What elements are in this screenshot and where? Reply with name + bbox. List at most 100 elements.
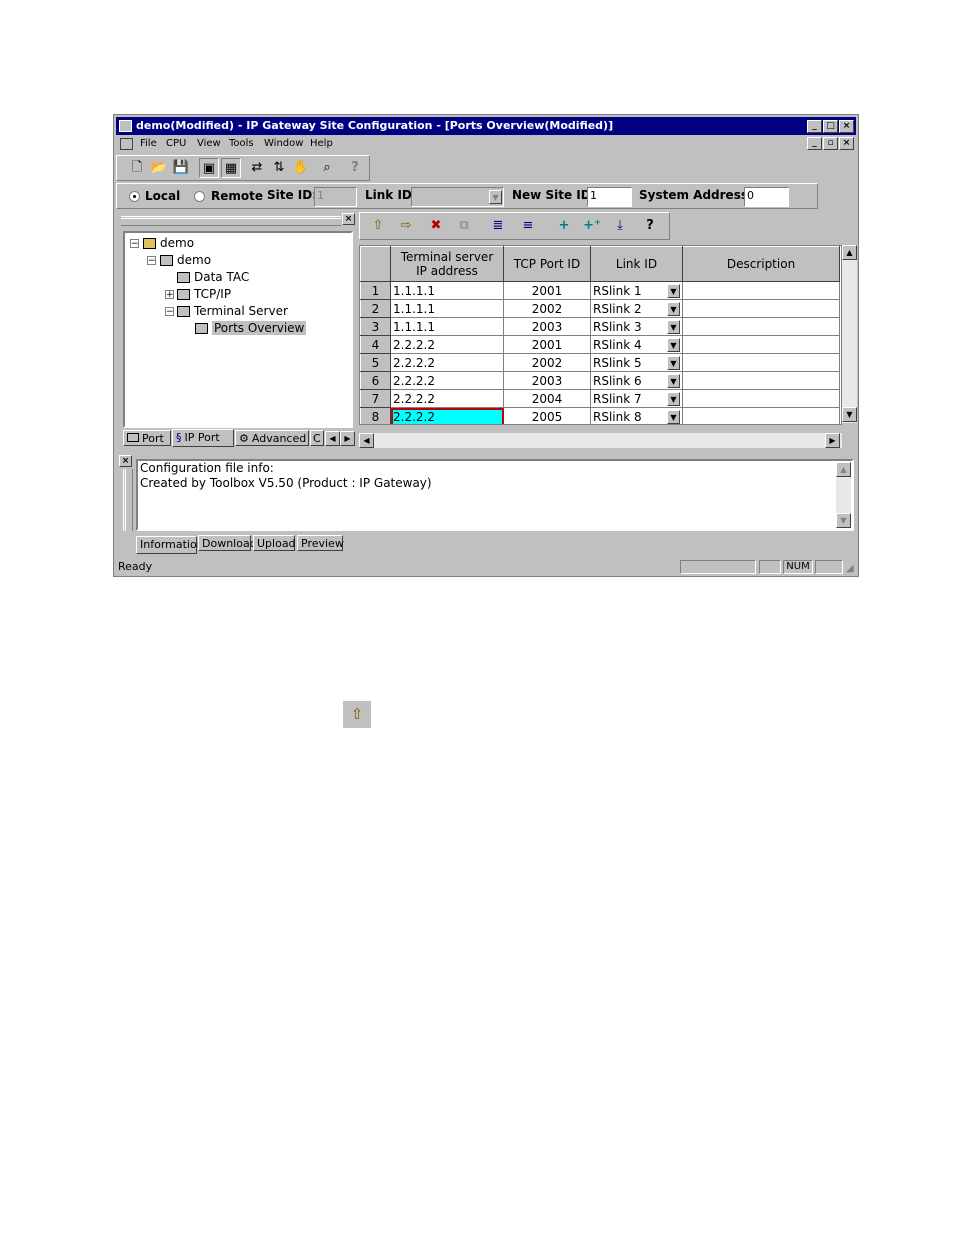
tree-item-terminal-server[interactable]: Terminal Server	[177, 303, 288, 319]
resize-grip-icon[interactable]: ◢	[846, 561, 854, 577]
link-cell[interactable]: RSlink 8 ▼	[590, 407, 683, 424]
doc-close-button[interactable]: ×	[839, 137, 854, 150]
port-cell[interactable]: 2001	[503, 281, 591, 300]
port-cell[interactable]: 2002	[503, 353, 591, 372]
ip-cell[interactable]: 2.2.2.2	[390, 389, 504, 408]
expand-icon[interactable]: +	[165, 290, 174, 300]
stop-hand-icon[interactable]: ✋	[291, 158, 311, 178]
tab-more[interactable]: C	[310, 430, 324, 446]
delete-row-icon[interactable]: ✖	[426, 216, 446, 236]
link-cell[interactable]: RSlink 3 ▼	[590, 317, 683, 336]
sort-descending-icon[interactable]: ≡	[518, 216, 538, 236]
ip-cell[interactable]: 2.2.2.2	[390, 335, 504, 354]
minimize-button[interactable]: _	[807, 120, 822, 133]
grid-horizontal-scrollbar[interactable]: ◀ ▶	[359, 433, 842, 448]
remote-radio[interactable]	[194, 191, 205, 202]
link-cell[interactable]: RSlink 4 ▼	[590, 335, 683, 354]
tree-root[interactable]: demo	[143, 235, 194, 251]
left-pane-grip[interactable]	[121, 216, 341, 226]
port-cell[interactable]: 2004	[503, 389, 591, 408]
row-number[interactable]: 5	[360, 353, 391, 372]
header-tcp-port-id[interactable]: TCP Port ID	[503, 246, 591, 282]
row-number[interactable]: 1	[360, 281, 391, 300]
add-column-icon[interactable]: +	[554, 216, 574, 236]
grid-view-icon[interactable]: ▦	[221, 158, 241, 178]
info-scrollbar[interactable]: ▲ ▼	[836, 462, 851, 528]
chevron-down-icon[interactable]: ▼	[489, 190, 502, 204]
link-cell[interactable]: RSlink 7 ▼	[590, 389, 683, 408]
chevron-down-icon[interactable]: ▼	[667, 319, 680, 334]
menu-tools[interactable]: Tools	[229, 138, 254, 149]
chevron-down-icon[interactable]: ▼	[667, 283, 680, 298]
close-button[interactable]: ×	[839, 120, 854, 133]
tab-advanced[interactable]: ⚙ Advanced	[235, 430, 309, 446]
tab-ip-port[interactable]: § IP Port	[172, 429, 234, 447]
ip-cell-selected[interactable]: 2.2.2.2	[390, 407, 504, 424]
menu-view[interactable]: View	[197, 138, 221, 149]
fill-down-icon[interactable]: ⤓	[610, 216, 630, 236]
new-site-id-field[interactable]: 1	[587, 187, 632, 207]
tree-item-ports-overview[interactable]: Ports Overview	[195, 320, 307, 336]
port-cell[interactable]: 2001	[503, 335, 591, 354]
chevron-down-icon[interactable]: ▼	[667, 301, 680, 316]
port-cell[interactable]: 2003	[503, 371, 591, 390]
collapse-icon[interactable]: −	[130, 239, 139, 249]
description-cell[interactable]	[682, 335, 840, 354]
port-cell[interactable]: 2002	[503, 299, 591, 318]
header-ip-address[interactable]: Terminal server IP address	[390, 246, 504, 282]
menu-help[interactable]: Help	[310, 138, 333, 149]
port-cell[interactable]: 2003	[503, 317, 591, 336]
open-folder-icon[interactable]: 📂	[149, 158, 169, 178]
menu-window[interactable]: Window	[264, 138, 303, 149]
collapse-icon[interactable]: −	[147, 256, 156, 266]
scroll-right-icon[interactable]: ▶	[825, 433, 840, 448]
ip-cell[interactable]: 1.1.1.1	[390, 317, 504, 336]
collapse-icon[interactable]: −	[165, 307, 174, 317]
document-icon[interactable]	[120, 138, 133, 150]
ip-cell[interactable]: 2.2.2.2	[390, 353, 504, 372]
info-pane-grip[interactable]	[123, 469, 133, 531]
description-cell[interactable]	[682, 353, 840, 372]
add-multiple-icon[interactable]: +⁺	[582, 216, 602, 236]
scroll-down-icon[interactable]: ▼	[836, 513, 851, 528]
ip-cell[interactable]: 1.1.1.1	[390, 281, 504, 300]
chevron-down-icon[interactable]: ▼	[667, 355, 680, 370]
help-icon[interactable]: ?	[345, 158, 365, 178]
row-number[interactable]: 7	[360, 389, 391, 408]
chevron-down-icon[interactable]: ▼	[667, 337, 680, 352]
site-id-field[interactable]: 1	[314, 187, 357, 207]
description-cell[interactable]	[682, 299, 840, 318]
description-cell[interactable]	[682, 389, 840, 408]
link-cell[interactable]: RSlink 1 ▼	[590, 281, 683, 300]
ip-cell[interactable]: 2.2.2.2	[390, 371, 504, 390]
row-number[interactable]: 8	[360, 407, 391, 424]
doc-restore-button[interactable]: ▫	[823, 137, 838, 150]
maximize-button[interactable]: □	[823, 120, 838, 133]
copy-row-icon[interactable]: ⧉	[454, 216, 474, 236]
system-address-field[interactable]: 0	[744, 187, 789, 207]
tab-upload[interactable]: Upload	[253, 535, 296, 551]
print-preview-icon[interactable]: ⌕	[317, 158, 337, 178]
description-cell[interactable]	[682, 317, 840, 336]
row-number[interactable]: 3	[360, 317, 391, 336]
tab-port[interactable]: Port	[123, 430, 171, 446]
scroll-up-icon[interactable]: ▲	[836, 462, 851, 477]
close-info-icon[interactable]: ×	[119, 455, 132, 467]
save-icon[interactable]: 💾	[171, 158, 191, 178]
new-file-icon[interactable]: 🗋	[127, 158, 147, 178]
doc-minimize-button[interactable]: _	[807, 137, 822, 150]
context-help-icon[interactable]: ?	[640, 216, 660, 236]
header-description[interactable]: Description	[682, 246, 840, 282]
tree-view-icon[interactable]: ▣	[199, 158, 219, 178]
ip-cell[interactable]: 1.1.1.1	[390, 299, 504, 318]
insert-row-icon[interactable]: ⇧	[368, 216, 388, 236]
chevron-down-icon[interactable]: ▼	[667, 409, 680, 424]
link-cell[interactable]: RSlink 6 ▼	[590, 371, 683, 390]
tree-item-data-tac[interactable]: Data TAC	[177, 269, 249, 285]
tab-preview[interactable]: Preview	[297, 535, 344, 551]
tab-scroll-left-icon[interactable]: ◀	[325, 431, 340, 446]
row-number[interactable]: 2	[360, 299, 391, 318]
grid-vertical-scrollbar[interactable]: ▲ ▼	[842, 245, 857, 423]
menu-file[interactable]: File	[140, 138, 157, 149]
close-pane-icon[interactable]: ×	[342, 213, 355, 225]
